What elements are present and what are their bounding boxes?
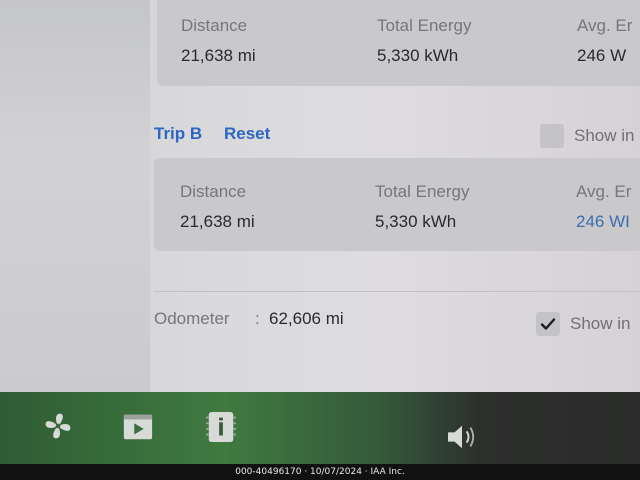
trip-b-show-checkbox[interactable]	[540, 124, 564, 148]
trip-b-distance-label: Distance	[180, 182, 247, 201]
trip-b-stats: Distance 21,638 mi Total Energy 5,330 kW…	[154, 158, 640, 251]
trip-b-title: Trip B	[154, 124, 203, 143]
odometer-show-label: Show in	[570, 314, 631, 333]
trip-a-energy-label: Total Energy	[377, 16, 472, 35]
app-launcher-icon[interactable]	[204, 408, 238, 446]
trip-a-avg-value: 246 W	[577, 46, 627, 65]
media-player-icon[interactable]	[120, 410, 156, 444]
trip-b-energy-value: 5,330 kWh	[375, 212, 457, 231]
trip-b-avg-label: Avg. Er	[576, 182, 632, 201]
trip-a-avg-label: Avg. Er	[577, 16, 633, 35]
odometer-show-toggle[interactable]: Show in	[536, 312, 630, 336]
odometer-label: Odometer	[154, 309, 230, 328]
trips-screen: Distance 21,638 mi Total Energy 5,330 kW…	[0, 0, 640, 392]
trip-b-energy-label: Total Energy	[375, 182, 470, 201]
bottom-dock	[0, 392, 640, 464]
trip-a-distance-value: 21,638 mi	[181, 46, 256, 65]
odometer-divider	[154, 291, 640, 292]
trip-b-distance-value: 21,638 mi	[180, 212, 255, 231]
trip-b-avg-value: 246 WI	[576, 212, 630, 231]
odometer-separator: :	[255, 309, 260, 328]
sidebar-area	[0, 0, 150, 392]
trip-b-reset-button[interactable]: Reset	[224, 124, 270, 144]
trip-b-show-toggle[interactable]: Show in	[540, 124, 634, 148]
volume-icon[interactable]	[444, 422, 480, 452]
fan-icon[interactable]	[40, 408, 76, 444]
trip-a-stats: Distance 21,638 mi Total Energy 5,330 kW…	[157, 0, 640, 86]
trip-b-show-label: Show in	[574, 126, 635, 145]
odometer-value: 62,606 mi	[269, 309, 344, 328]
checkmark-icon	[540, 318, 556, 330]
trip-a-distance-label: Distance	[181, 16, 248, 35]
odometer-show-checkbox[interactable]	[536, 312, 560, 336]
trip-a-energy-value: 5,330 kWh	[377, 46, 459, 65]
photo-caption: 000-40496170 · 10/07/2024 · IAA Inc.	[0, 464, 640, 480]
